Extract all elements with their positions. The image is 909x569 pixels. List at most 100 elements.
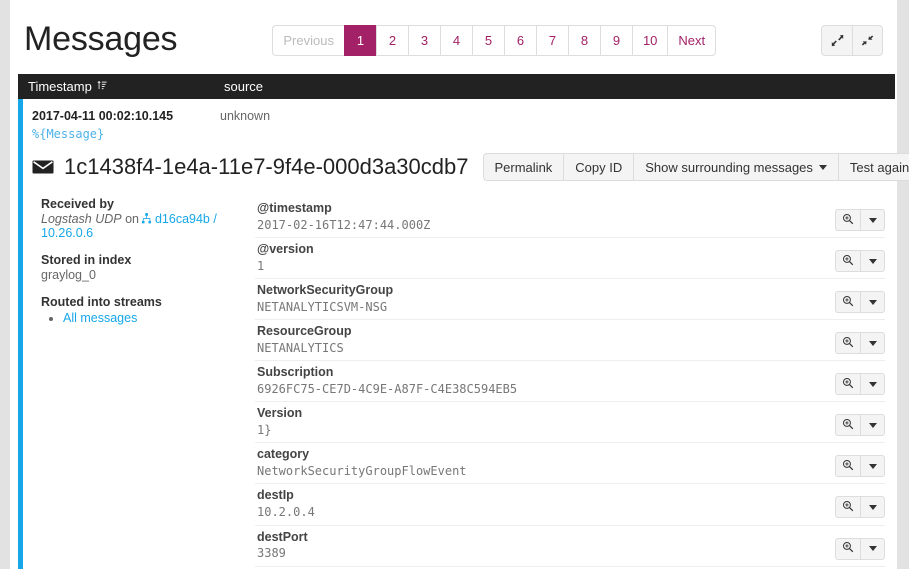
pagination-page-4[interactable]: 4 — [440, 25, 472, 56]
page-header: Messages Previous12345678910Next — [10, 0, 897, 74]
routed-stream-item: All messages — [63, 311, 255, 325]
pagination-page-8[interactable]: 8 — [568, 25, 600, 56]
message-action-permalink-button[interactable]: Permalink — [483, 153, 564, 181]
received-by-separator: / — [213, 212, 216, 226]
field-row: destIp10.2.0.4 — [255, 484, 885, 525]
collapse-button[interactable] — [852, 25, 883, 56]
field-action-buttons — [835, 373, 885, 395]
field-action-buttons — [835, 332, 885, 354]
field-value: 3389 — [257, 545, 835, 561]
field-row: @version1 — [255, 238, 885, 279]
header-right-controls — [821, 25, 883, 56]
caret-down-icon — [869, 300, 877, 305]
search-plus-icon — [842, 336, 854, 351]
received-by-node-link[interactable]: d16ca94b — [155, 212, 210, 226]
field-name: Version — [257, 405, 835, 422]
field-dropdown-button[interactable] — [860, 496, 885, 518]
field-dropdown-button[interactable] — [860, 250, 885, 272]
field-value: 1 — [257, 258, 835, 274]
received-by-on: on — [125, 212, 139, 226]
column-header-timestamp[interactable]: Timestamp — [28, 79, 224, 94]
received-by-ip[interactable]: 10.26.0.6 — [41, 226, 93, 240]
field-name: destPort — [257, 529, 835, 546]
view-size-button-group — [821, 25, 883, 56]
pagination-page-7[interactable]: 7 — [536, 25, 568, 56]
pagination-page-6[interactable]: 6 — [504, 25, 536, 56]
stored-in-index-group: Stored in index graylog_0 — [41, 253, 255, 282]
field-action-buttons — [835, 455, 885, 477]
field-text: Version1} — [255, 405, 835, 438]
sitemap-icon — [142, 212, 154, 226]
field-name: ResourceGroup — [257, 323, 835, 340]
field-action-buttons — [835, 414, 885, 436]
field-search-button[interactable] — [835, 209, 860, 231]
pagination-page-9[interactable]: 9 — [600, 25, 632, 56]
pagination-next[interactable]: Next — [667, 25, 716, 56]
message-action-test-against-stream-button[interactable]: Test against stream — [838, 153, 909, 181]
field-search-button[interactable] — [835, 291, 860, 313]
message-action-buttons: PermalinkCopy ID Show surrounding message… — [483, 153, 909, 181]
message-action-label: Test against stream — [850, 160, 909, 175]
sort-amount-icon[interactable] — [97, 79, 108, 94]
search-plus-icon — [842, 418, 854, 433]
field-value: NetworkSecurityGroupFlowEvent — [257, 463, 835, 479]
field-search-button[interactable] — [835, 250, 860, 272]
field-dropdown-button[interactable] — [860, 209, 885, 231]
pagination-page-1[interactable]: 1 — [344, 25, 376, 56]
field-row: @timestamp2017-02-16T12:47:44.000Z — [255, 197, 885, 238]
received-by-value: Logstash UDP on — [41, 212, 255, 240]
message-timestamp: 2017-04-11 00:02:10.145 — [32, 109, 220, 123]
pagination-page-10[interactable]: 10 — [632, 25, 667, 56]
field-text: destPort3389 — [255, 529, 835, 562]
message-title-row: 1c1438f4-1e4a-11e7-9f4e-000d3a30cdb7 Per… — [23, 141, 897, 181]
field-text: @timestamp2017-02-16T12:47:44.000Z — [255, 200, 835, 233]
field-name: destIp — [257, 487, 835, 504]
field-text: destIp10.2.0.4 — [255, 487, 835, 520]
pagination-page-5[interactable]: 5 — [472, 25, 504, 56]
message-action-label: Show surrounding messages — [645, 160, 813, 175]
field-dropdown-button[interactable] — [860, 291, 885, 313]
message-metadata: Received by Logstash UDP on — [23, 197, 255, 567]
message-preview: %{Message} — [23, 123, 897, 141]
field-search-button[interactable] — [835, 538, 860, 560]
expand-button[interactable] — [821, 25, 852, 56]
received-by-title: Received by — [41, 197, 255, 211]
message-action-copy-id-button[interactable]: Copy ID — [563, 153, 633, 181]
field-row: ResourceGroupNETANALYTICS — [255, 320, 885, 361]
field-value: 1} — [257, 422, 835, 438]
field-search-button[interactable] — [835, 373, 860, 395]
field-search-button[interactable] — [835, 496, 860, 518]
field-search-button[interactable] — [835, 414, 860, 436]
field-dropdown-button[interactable] — [860, 414, 885, 436]
field-dropdown-button[interactable] — [860, 373, 885, 395]
search-plus-icon — [842, 295, 854, 310]
page-container: Messages Previous12345678910Next — [10, 0, 897, 569]
caret-down-icon — [869, 546, 877, 551]
field-search-button[interactable] — [835, 455, 860, 477]
pagination-previous: Previous — [272, 25, 344, 56]
field-search-button[interactable] — [835, 332, 860, 354]
caret-down-icon — [869, 382, 877, 387]
column-header-timestamp-label: Timestamp — [28, 79, 92, 94]
field-dropdown-button[interactable] — [860, 538, 885, 560]
field-text: Subscription6926FC75-CE7D-4C9E-A87F-C4E3… — [255, 364, 835, 397]
field-text: @version1 — [255, 241, 835, 274]
field-value: 6926FC75-CE7D-4C9E-A87F-C4E38C594EB5 — [257, 381, 835, 397]
message-summary-row[interactable]: 2017-04-11 00:02:10.145 unknown — [23, 99, 897, 123]
pagination-page-3[interactable]: 3 — [408, 25, 440, 56]
message-action-show-surrounding-messages-button[interactable]: Show surrounding messages — [633, 153, 838, 181]
field-dropdown-button[interactable] — [860, 455, 885, 477]
field-dropdown-button[interactable] — [860, 332, 885, 354]
pagination-page-2[interactable]: 2 — [376, 25, 408, 56]
message-id-text: 1c1438f4-1e4a-11e7-9f4e-000d3a30cdb7 — [64, 154, 469, 180]
column-header-source[interactable]: source — [224, 79, 895, 94]
pagination[interactable]: Previous12345678910Next — [272, 25, 716, 56]
field-value: 10.2.0.4 — [257, 504, 835, 520]
caret-down-icon — [869, 218, 877, 223]
caret-down-icon — [869, 505, 877, 510]
caret-down-icon — [869, 341, 877, 346]
routed-stream-link[interactable]: All messages — [63, 311, 137, 325]
stored-in-index-value: graylog_0 — [41, 268, 255, 282]
collapse-arrows-icon — [861, 34, 874, 47]
caret-down-icon — [869, 464, 877, 469]
